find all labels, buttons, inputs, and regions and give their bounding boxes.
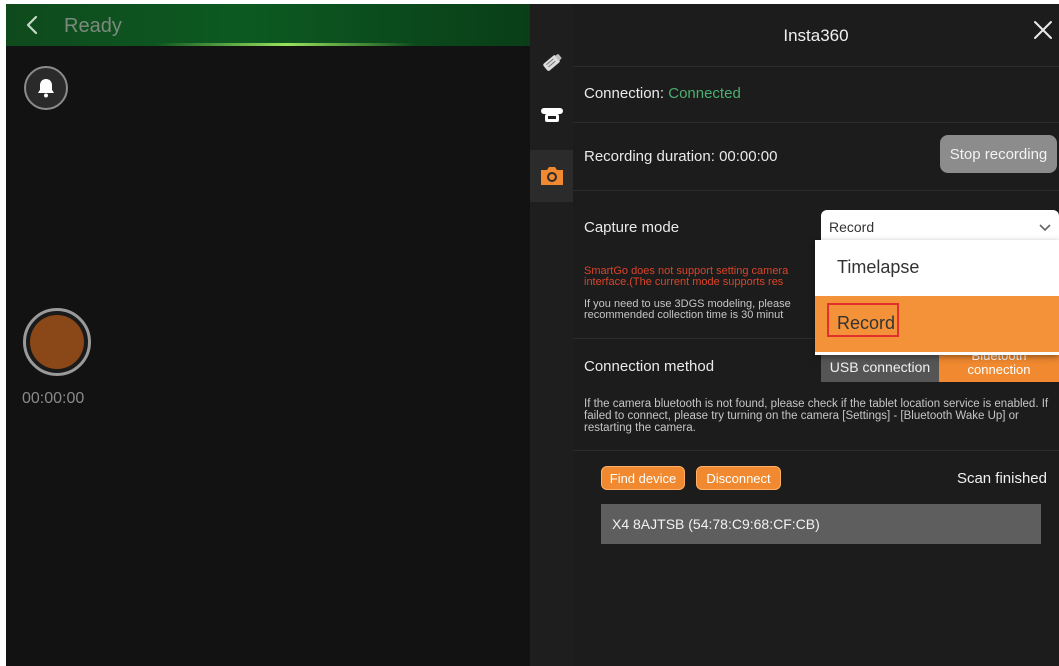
- device-name: X4 8AJTSB (54:78:C9:68:CF:CB): [612, 516, 820, 532]
- back-icon[interactable]: [22, 14, 44, 36]
- find-device-button[interactable]: Find device: [601, 466, 685, 490]
- bluetooth-connection-label: Bluetooth connection: [967, 352, 1031, 377]
- option-record[interactable]: Record: [815, 296, 1059, 352]
- top-bar: Ready: [6, 4, 530, 46]
- bell-icon: [38, 79, 54, 98]
- record-icon: [30, 315, 84, 369]
- connection-status: Connection: Connected: [584, 85, 741, 102]
- connection-row: Connection: Connected: [573, 66, 1059, 123]
- record-button[interactable]: [23, 308, 91, 376]
- chevron-down-icon: [1039, 224, 1051, 232]
- option-label: Record: [837, 313, 896, 333]
- rtk-receiver-icon: [540, 108, 563, 122]
- capture-mode-dropdown: Timelapse Record: [815, 240, 1059, 355]
- tab-rtk-receiver[interactable]: [530, 96, 573, 136]
- connection-method-label: Connection method: [584, 358, 715, 375]
- top-bar-glow: [156, 43, 416, 46]
- panel-title: Insta360: [783, 26, 849, 45]
- camera-view: Ready 00:00:00: [6, 4, 530, 666]
- usb-connection-button[interactable]: USB connection: [821, 352, 939, 382]
- capture-warning: SmartGo does not support setting camera …: [584, 265, 789, 288]
- connection-value: Connected: [668, 85, 741, 102]
- device-tab-strip: [530, 4, 573, 666]
- page-title: Ready: [64, 15, 122, 37]
- divider: [573, 450, 1059, 451]
- tab-camera[interactable]: [530, 150, 573, 202]
- capture-mode-select[interactable]: Record: [821, 210, 1059, 244]
- scan-status: Scan finished: [956, 470, 1047, 487]
- alarm-button[interactable]: [24, 66, 68, 110]
- option-timelapse[interactable]: Timelapse: [815, 240, 1059, 296]
- device-list-item[interactable]: X4 8AJTSB (54:78:C9:68:CF:CB): [601, 504, 1041, 544]
- connection-label: Connection:: [584, 85, 665, 102]
- camera-icon: [540, 167, 563, 185]
- panel-header: Insta360: [573, 4, 1059, 67]
- capture-mode-label: Capture mode: [584, 219, 680, 236]
- bluetooth-help-text: If the camera bluetooth is not found, pl…: [584, 398, 1049, 434]
- bluetooth-connection-button[interactable]: Bluetooth connection: [939, 352, 1059, 382]
- disconnect-button[interactable]: Disconnect: [696, 466, 781, 490]
- option-label: Timelapse: [837, 257, 920, 277]
- capture-note: If you need to use 3DGS modeling, please…: [584, 298, 791, 321]
- gps-antenna-icon: [542, 54, 562, 71]
- close-icon[interactable]: [1031, 18, 1055, 42]
- capture-mode-value: Record: [829, 219, 875, 235]
- recording-duration: Recording duration: 00:00:00: [584, 148, 778, 165]
- tab-gps-antenna[interactable]: [530, 40, 573, 84]
- recording-timer: 00:00:00: [22, 390, 85, 407]
- stop-recording-button[interactable]: Stop recording: [940, 135, 1057, 173]
